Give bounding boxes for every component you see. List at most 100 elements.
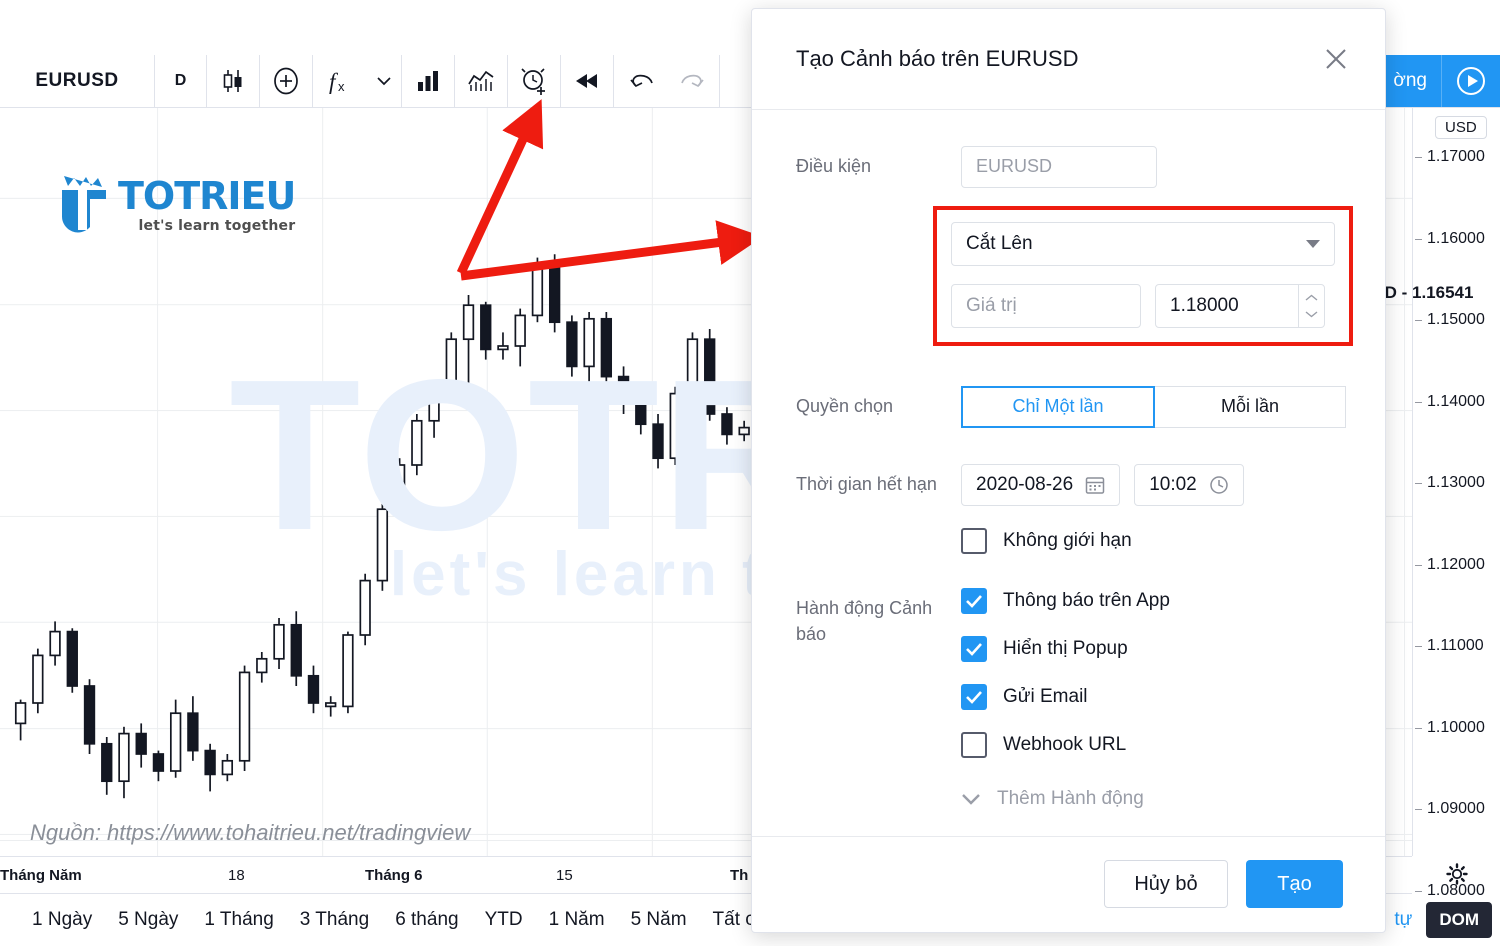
unlimited-expiry-checkbox-row[interactable]: Không giới hạn xyxy=(961,527,1349,554)
chevron-down-icon xyxy=(961,793,981,805)
condition-operator-value: Cắt Lên xyxy=(966,232,1033,254)
play-circle-icon[interactable] xyxy=(1442,55,1500,107)
clock-icon xyxy=(1209,475,1229,495)
svg-text:x: x xyxy=(338,79,345,94)
time-axis-label: 15 xyxy=(556,867,573,884)
alert-actions-list: Thông báo trên App Hiển thị Popup Gửi Emai… xyxy=(961,587,1349,758)
cancel-button[interactable]: Hủy bỏ xyxy=(1104,860,1228,909)
price-tick: 1.16000 xyxy=(1415,229,1485,247)
logo-mark-icon xyxy=(61,176,106,233)
time-axis-label: Tháng Năm xyxy=(0,867,82,884)
line-chart-icon[interactable] xyxy=(455,55,508,107)
source-caption: Nguồn: https://www.tohaitrieu.net/tradin… xyxy=(30,820,471,845)
alert-actions-row: Hành động Cảnh báo Thông báo trên App Hiể… xyxy=(796,587,1349,810)
condition-highlight-box: Cắt Lên Giá trị 1.18000 xyxy=(933,205,1353,346)
options-row: Quyền chọn Chỉ Một lần Mỗi lần xyxy=(796,385,1349,428)
price-stepper[interactable] xyxy=(1298,283,1324,328)
action-label: Hiển thị Popup xyxy=(1003,637,1128,659)
action-checkbox[interactable] xyxy=(961,683,987,710)
price-tick: 1.15000 xyxy=(1415,311,1485,328)
action-label: Thông báo trên App xyxy=(1003,589,1170,611)
currency-badge: USD xyxy=(1435,116,1487,139)
gear-icon[interactable] xyxy=(1445,862,1469,886)
period-button[interactable]: YTD xyxy=(485,909,523,931)
action-checkbox-row[interactable]: Thông báo trên App xyxy=(961,587,1349,614)
timeframe-button[interactable]: D xyxy=(155,55,207,107)
frequency-option[interactable]: Chỉ Một lần xyxy=(961,385,1155,428)
condition-operator-select[interactable]: Cắt Lên xyxy=(951,221,1335,266)
add-indicator-icon[interactable] xyxy=(260,55,313,107)
condition-value-input[interactable]: Giá trị xyxy=(951,283,1141,328)
expiry-time-value: 10:02 xyxy=(1149,473,1197,495)
chevron-down-icon[interactable] xyxy=(366,55,402,107)
expiry-row: Thời gian hết hạn 2020-08-26 10:02 Không… xyxy=(796,463,1349,554)
redo-icon[interactable] xyxy=(667,55,720,107)
frequency-option[interactable]: Mỗi lần xyxy=(1154,385,1346,428)
period-button[interactable]: 6 tháng xyxy=(395,909,458,931)
price-tick: 1.09000 xyxy=(1415,800,1485,817)
price-tick: 1.13000 xyxy=(1415,474,1485,491)
price-tick: 1.12000 xyxy=(1415,555,1485,573)
period-button[interactable]: 5 Năm xyxy=(631,909,687,931)
time-axis-label: Tháng 6 xyxy=(365,867,423,884)
more-actions-label: Thêm Hành động xyxy=(997,787,1144,809)
unlimited-expiry-checkbox[interactable] xyxy=(961,527,987,554)
symbol-button[interactable]: EURUSD xyxy=(0,55,155,107)
period-button[interactable]: 1 Tháng xyxy=(204,909,273,931)
trigger-frequency-segmented: Chỉ Một lần Mỗi lần xyxy=(961,385,1346,428)
logo-name: TOTRIEU xyxy=(118,174,296,218)
totrieu-logo: TOTRIEU let's learn together xyxy=(58,172,296,234)
action-label: Webhook URL xyxy=(1003,733,1127,755)
action-checkbox[interactable] xyxy=(961,587,987,614)
close-icon[interactable] xyxy=(1323,46,1349,72)
alert-actions-label: Hành động Cảnh báo xyxy=(796,597,933,644)
action-checkbox[interactable] xyxy=(961,635,987,662)
chevron-down-icon xyxy=(1305,311,1318,318)
expiry-date-value: 2020-08-26 xyxy=(976,473,1074,495)
rewind-icon[interactable] xyxy=(561,55,614,107)
expiry-time-field[interactable]: 10:02 xyxy=(1134,463,1244,506)
condition-price-value: 1.18000 xyxy=(1170,294,1239,316)
action-checkbox-row[interactable]: Webhook URL xyxy=(961,731,1349,758)
action-checkbox-row[interactable]: Hiển thị Popup xyxy=(961,635,1349,662)
condition-price-input[interactable]: 1.18000 xyxy=(1155,283,1325,328)
price-tick: 1.10000 xyxy=(1415,718,1485,736)
chevron-up-icon xyxy=(1305,294,1318,301)
logo-tagline: let's learn together xyxy=(138,218,296,234)
market-button[interactable]: ờng xyxy=(1379,55,1442,107)
dialog-title: Tạo Cảnh báo trên EURUSD xyxy=(796,45,1079,71)
create-alert-dialog: Tạo Cảnh báo trên EURUSD Điều kiện EURUS… xyxy=(751,8,1386,933)
create-button[interactable]: Tạo xyxy=(1246,860,1343,909)
action-checkbox-row[interactable]: Gửi Email xyxy=(961,683,1349,710)
period-button[interactable]: 1 Năm xyxy=(549,909,605,931)
action-checkbox[interactable] xyxy=(961,731,987,758)
options-label: Quyền chọn xyxy=(796,395,894,416)
period-button[interactable]: 1 Ngày xyxy=(32,909,92,931)
dom-button[interactable]: DOM xyxy=(1426,902,1492,938)
time-axis-label: Th xyxy=(730,867,749,884)
candlestick-icon[interactable] xyxy=(207,55,260,107)
price-tick: 1.11000 xyxy=(1415,637,1484,654)
period-button[interactable]: 5 Ngày xyxy=(118,909,178,931)
dialog-body: Điều kiện EURUSD Cắt Lên Giá trị 1.18000… xyxy=(752,110,1385,836)
chevron-down-icon xyxy=(1306,239,1320,249)
calendar-icon xyxy=(1085,475,1105,495)
time-axis-label: 18 xyxy=(228,867,245,884)
condition-row: Điều kiện EURUSD Cắt Lên Giá trị 1.18000 xyxy=(796,145,1353,346)
price-tick: 1.14000 xyxy=(1415,392,1485,410)
price-tick: 1.17000 xyxy=(1415,148,1485,165)
unlimited-expiry-label: Không giới hạn xyxy=(1003,529,1132,551)
dialog-footer: Hủy bỏ Tạo xyxy=(752,835,1385,932)
condition-symbol-field[interactable]: EURUSD xyxy=(961,145,1157,188)
expiry-date-field[interactable]: 2020-08-26 xyxy=(961,463,1121,506)
expiry-label: Thời gian hết hạn xyxy=(796,473,937,494)
dialog-header: Tạo Cảnh báo trên EURUSD xyxy=(752,9,1385,110)
action-label: Gửi Email xyxy=(1003,685,1088,707)
price-axis[interactable]: USD 1.17000 1.16000 1.15000 1.14000 1.13000 1… xyxy=(1361,108,1500,899)
bar-chart-icon[interactable] xyxy=(402,55,455,107)
more-actions-toggle[interactable]: Thêm Hành động xyxy=(961,788,1349,810)
period-button[interactable]: 3 Tháng xyxy=(300,909,369,931)
undo-icon[interactable] xyxy=(614,55,667,107)
alarm-clock-add-icon[interactable] xyxy=(508,55,561,107)
fx-icon[interactable]: f x xyxy=(313,55,366,107)
